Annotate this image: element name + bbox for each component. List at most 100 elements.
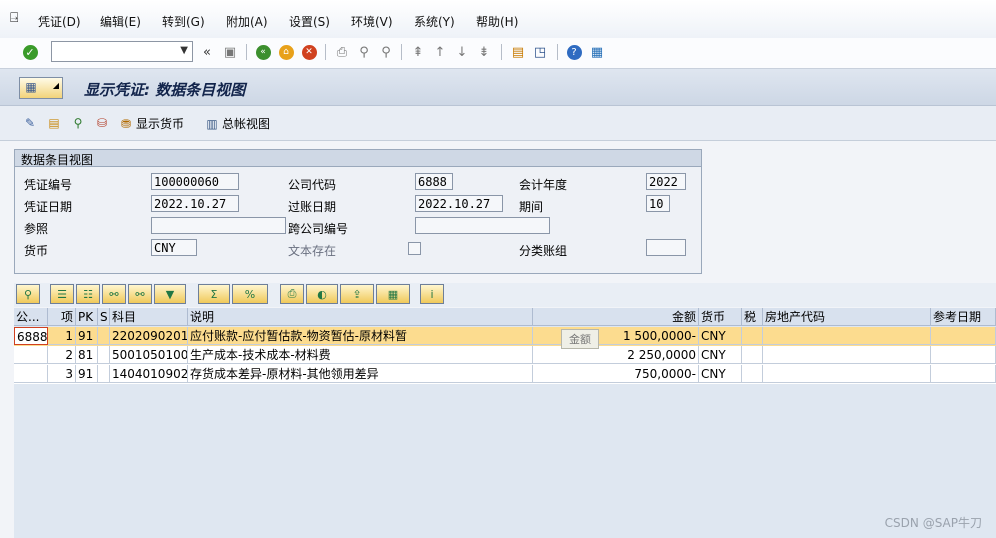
- reference-field[interactable]: [151, 217, 286, 234]
- menu-settings[interactable]: 设置(S): [289, 13, 330, 30]
- cell-text[interactable]: 生产成本-技术成本-材料费: [188, 346, 533, 364]
- table-row[interactable]: 2 81 5001050100 生产成本-技术成本-材料费 2 250,0000…: [14, 346, 996, 365]
- cell-s[interactable]: [98, 365, 110, 383]
- cell-real-estate[interactable]: [763, 365, 931, 383]
- table-row[interactable]: 6888 1 91 2202090201 应付账款-应付暂估款-物资暂估-原材料…: [14, 327, 996, 346]
- doc-date-field[interactable]: 2022.10.27: [151, 195, 239, 212]
- details-button[interactable]: ⚲: [16, 284, 40, 304]
- first-page-icon[interactable]: ⇞: [409, 43, 427, 61]
- menu-environment[interactable]: 环境(V): [351, 13, 393, 30]
- fiscal-year-field[interactable]: 2022: [646, 173, 686, 190]
- print-icon[interactable]: ⎙: [333, 43, 351, 61]
- menu-extras[interactable]: 附加(A): [226, 13, 268, 30]
- cell-pk[interactable]: 91: [76, 327, 98, 345]
- cell-item[interactable]: 2: [48, 346, 76, 364]
- find-button[interactable]: ⚯: [102, 284, 126, 304]
- customize-layout-icon[interactable]: ▦: [588, 43, 606, 61]
- command-dropdown-icon[interactable]: ▼: [180, 45, 188, 56]
- cell-currency[interactable]: CNY: [699, 346, 742, 364]
- enter-check-icon[interactable]: ✓: [21, 43, 39, 61]
- period-field[interactable]: 10: [646, 195, 670, 212]
- change-display-icon[interactable]: ✎: [22, 115, 38, 131]
- export-button[interactable]: ⇪: [340, 284, 374, 304]
- cell-s[interactable]: [98, 346, 110, 364]
- menu-edit[interactable]: 编辑(E): [100, 13, 141, 30]
- find-next-button[interactable]: ⚯: [128, 284, 152, 304]
- exit-icon[interactable]: ⌂: [277, 43, 295, 61]
- cell-text[interactable]: 应付账款-应付暂估款-物资暂估-原材料暂: [188, 327, 533, 345]
- company-code-field[interactable]: 6888: [415, 173, 453, 190]
- cell-item[interactable]: 3: [48, 365, 76, 383]
- posting-date-field[interactable]: 2022.10.27: [415, 195, 503, 212]
- menu-help[interactable]: 帮助(H): [476, 13, 518, 30]
- cell-company[interactable]: [14, 365, 48, 383]
- find-next-icon[interactable]: ⚲: [377, 43, 395, 61]
- cell-item[interactable]: 1: [48, 327, 76, 345]
- filter-button[interactable]: ▼: [154, 284, 186, 304]
- cell-company[interactable]: 6888: [14, 327, 48, 345]
- text-exists-checkbox[interactable]: [408, 242, 421, 255]
- command-field[interactable]: ▼: [51, 41, 193, 62]
- total-button[interactable]: Σ: [198, 284, 230, 304]
- table-row[interactable]: 3 91 1404010902 存货成本差异-原材料-其他领用差异 750,00…: [14, 365, 996, 384]
- col-header-pk[interactable]: PK: [76, 308, 98, 326]
- cell-account[interactable]: 1404010902: [110, 365, 188, 383]
- views-button[interactable]: ◐: [306, 284, 338, 304]
- subtotal-button[interactable]: %: [232, 284, 268, 304]
- services-for-object-button[interactable]: ▦ ◢: [19, 77, 63, 99]
- col-header-reference-date[interactable]: 参考日期: [931, 308, 996, 326]
- col-header-item[interactable]: 项: [48, 308, 76, 326]
- cell-s[interactable]: [98, 327, 110, 345]
- col-header-tax[interactable]: 税: [742, 308, 763, 326]
- cancel-icon[interactable]: ✕: [300, 43, 318, 61]
- find-icon[interactable]: ⚲: [355, 43, 373, 61]
- col-header-company[interactable]: 公...: [14, 308, 48, 326]
- taxes-icon[interactable]: ⛁: [94, 115, 110, 131]
- cell-currency[interactable]: CNY: [699, 365, 742, 383]
- cell-reference-date[interactable]: [931, 365, 996, 383]
- cell-tax[interactable]: [742, 327, 763, 345]
- layout-button[interactable]: ▦: [376, 284, 410, 304]
- cell-pk[interactable]: 91: [76, 365, 98, 383]
- cell-pk[interactable]: 81: [76, 346, 98, 364]
- overview-icon[interactable]: ⚲: [70, 115, 86, 131]
- cross-company-field[interactable]: [415, 217, 550, 234]
- information-button[interactable]: i: [420, 284, 444, 304]
- cell-tax[interactable]: [742, 346, 763, 364]
- cell-account[interactable]: 5001050100: [110, 346, 188, 364]
- sort-descending-button[interactable]: ☷: [76, 284, 100, 304]
- sort-ascending-button[interactable]: ☰: [50, 284, 74, 304]
- cell-amount[interactable]: 750,0000-: [533, 365, 699, 383]
- exit-menu-icon[interactable]: ⍈: [10, 10, 18, 26]
- menu-voucher[interactable]: 凭证(D): [38, 13, 81, 30]
- menu-system[interactable]: 系统(Y): [414, 13, 455, 30]
- general-ledger-view-button[interactable]: ▥ 总帐视图: [204, 115, 270, 132]
- double-left-icon[interactable]: «: [198, 43, 216, 61]
- print-preview-button[interactable]: ⎙: [280, 284, 304, 304]
- cell-currency[interactable]: CNY: [699, 327, 742, 345]
- document-header-icon[interactable]: ▤: [46, 115, 62, 131]
- col-header-s[interactable]: S: [98, 308, 110, 326]
- shortcut-icon[interactable]: ◳: [531, 43, 549, 61]
- cell-company[interactable]: [14, 346, 48, 364]
- cell-reference-date[interactable]: [931, 327, 996, 345]
- col-header-text[interactable]: 说明: [188, 308, 533, 326]
- ledger-group-field[interactable]: [646, 239, 686, 256]
- save-icon[interactable]: ▣: [221, 43, 239, 61]
- new-session-icon[interactable]: ▤: [509, 43, 527, 61]
- cell-real-estate[interactable]: [763, 327, 931, 345]
- col-header-amount[interactable]: 金额: [533, 308, 699, 326]
- cell-amount[interactable]: 2 250,0000: [533, 346, 699, 364]
- currency-field[interactable]: CNY: [151, 239, 197, 256]
- next-page-icon[interactable]: ↓: [453, 43, 471, 61]
- cell-real-estate[interactable]: [763, 346, 931, 364]
- cell-amount[interactable]: 1 500,0000-: [533, 327, 699, 345]
- help-icon[interactable]: ?: [565, 43, 583, 61]
- col-header-real-estate[interactable]: 房地产代码: [763, 308, 931, 326]
- col-header-currency[interactable]: 货币: [699, 308, 742, 326]
- cell-reference-date[interactable]: [931, 346, 996, 364]
- doc-number-field[interactable]: 100000060: [151, 173, 239, 190]
- back-icon[interactable]: «: [254, 43, 272, 61]
- cell-text[interactable]: 存货成本差异-原材料-其他领用差异: [188, 365, 533, 383]
- prev-page-icon[interactable]: ↑: [431, 43, 449, 61]
